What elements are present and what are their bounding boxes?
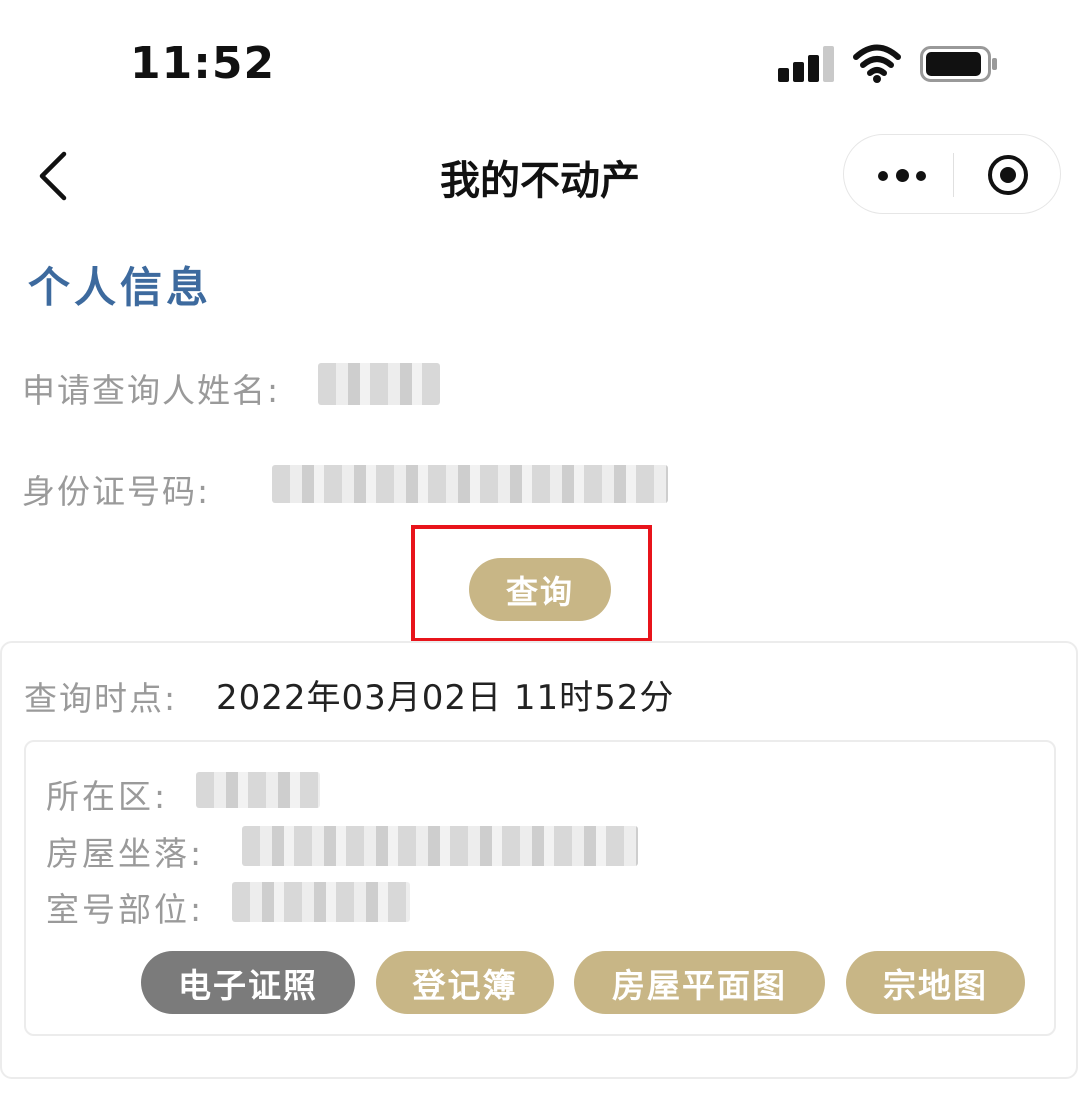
district-label: 所在区: — [46, 777, 169, 816]
location-label: 房屋坐落: — [46, 834, 205, 873]
query-time-label: 查询时点: — [24, 679, 178, 718]
status-time: 11:52 — [130, 38, 276, 89]
query-time-value: 2022年03月02日 11时52分 — [216, 678, 675, 718]
query-button[interactable]: 查询 — [469, 558, 611, 621]
location-redacted — [242, 826, 638, 866]
applicant-name-label: 申请查询人姓名: — [22, 371, 281, 410]
district-redacted — [196, 772, 320, 808]
id-number-redacted — [272, 465, 668, 503]
battery-icon — [920, 46, 997, 82]
wifi-icon — [853, 44, 901, 83]
applicant-name-redacted — [318, 363, 440, 405]
room-redacted — [232, 882, 410, 922]
more-options-icon[interactable] — [874, 159, 930, 191]
floor-plan-button[interactable]: 房屋平面图 — [574, 951, 825, 1014]
register-book-button[interactable]: 登记簿 — [376, 951, 554, 1014]
e-certificate-button[interactable]: 电子证照 — [141, 951, 355, 1014]
close-miniprogram-icon[interactable] — [986, 153, 1030, 197]
cellular-signal-icon — [778, 46, 834, 82]
room-label: 室号部位: — [46, 890, 205, 929]
capsule-divider — [953, 153, 954, 197]
id-number-label: 身份证号码: — [22, 472, 211, 511]
section-title-personal-info: 个人信息 — [28, 263, 213, 312]
miniprogram-capsule — [843, 134, 1061, 214]
land-map-button[interactable]: 宗地图 — [846, 951, 1025, 1014]
